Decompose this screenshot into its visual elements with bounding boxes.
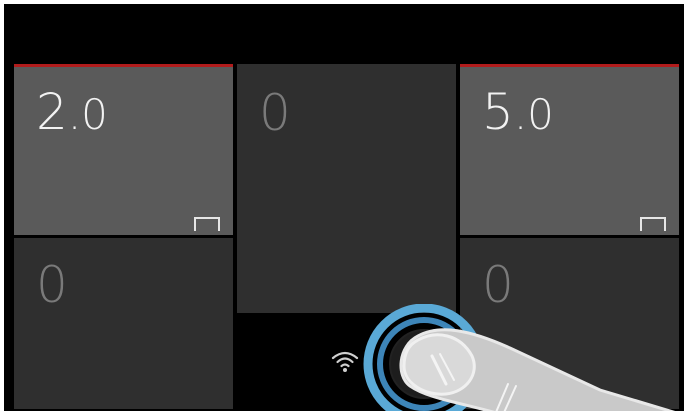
zone-rear-left[interactable]: 0 <box>14 238 233 409</box>
zone-level: 5.0 <box>482 83 554 141</box>
zone-level: 0 <box>259 84 291 142</box>
finger-press-icon <box>363 304 676 411</box>
zone-center[interactable]: 0 <box>237 64 456 313</box>
zone-front-left[interactable]: 2.0 <box>14 64 233 253</box>
cooktop-control-screen: 2.0 0 0 5.0 0 <box>4 4 684 411</box>
zone-front-right[interactable]: 5.0 <box>460 64 679 253</box>
wifi-icon <box>331 351 359 372</box>
zone-level: 0 <box>36 256 68 314</box>
zone-level: 0 <box>482 256 514 314</box>
zone-level: 2.0 <box>36 83 108 141</box>
